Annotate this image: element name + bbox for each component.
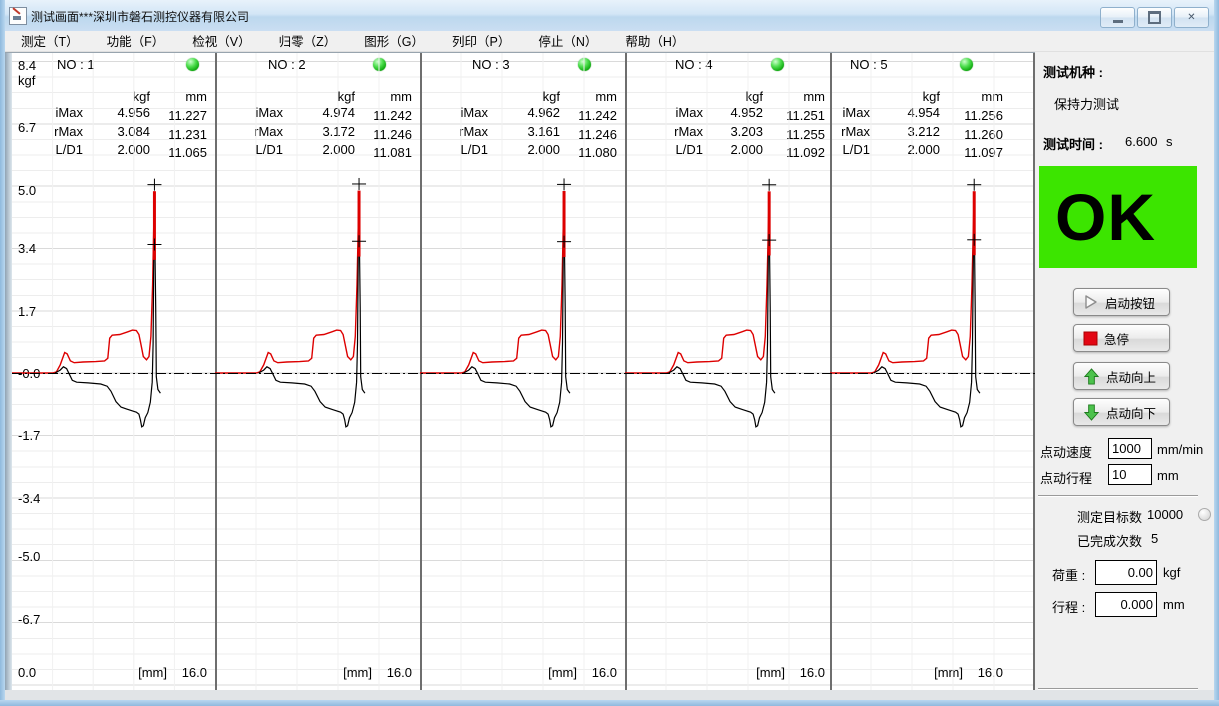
red-force-curve	[215, 190, 360, 374]
menu-bar: 测定（T） 功能（F） 检视（V） 归零（Z） 图形（G） 列印（P） 停止（N） 帮助（H）	[1, 31, 1218, 52]
menu-item-4[interactable]: 归零（Z）	[265, 29, 351, 53]
minimize-icon	[1112, 19, 1123, 23]
machine-type-label: 测试机种 :	[1043, 65, 1103, 80]
rmax-marker	[352, 235, 367, 248]
jog-speed-unit: mm/min	[1157, 442, 1204, 457]
machine-type-value: 保持力测试	[1054, 97, 1120, 112]
app-icon	[9, 7, 27, 25]
chart-area: 8.4 kgf 6.7 5.0 3.4 1.7 -0.0 -1.7 -3.4 -5.0 -6.7 0.…	[5, 52, 1035, 691]
test-time-value: 6.600	[1125, 134, 1158, 149]
imax-marker	[762, 178, 777, 191]
menu-item-1[interactable]: 测定（T）	[7, 29, 93, 53]
menu-item-2[interactable]: 功能（F）	[93, 29, 179, 53]
window-border-left	[0, 0, 5, 706]
black-force-curve	[668, 193, 776, 428]
black-force-curve	[873, 193, 981, 428]
black-force-curve	[54, 193, 161, 428]
jog-up-button[interactable]: 点动向上	[1073, 362, 1170, 390]
black-force-curve	[258, 192, 366, 428]
red-force-curve	[420, 190, 565, 374]
imax-marker	[147, 178, 162, 191]
imax-marker	[967, 178, 982, 191]
control-sidebar: 测试机种 : 保持力测试 测试时间 : 6.600 s OK 启动按钮 急停 点…	[1035, 52, 1214, 690]
rmax-marker	[967, 233, 982, 246]
completed-count-value: 5	[1151, 531, 1159, 546]
black-force-curve	[463, 192, 571, 428]
arrow-up-icon	[1083, 367, 1100, 385]
menu-item-3[interactable]: 检视（V）	[178, 29, 264, 53]
stroke-unit: mm	[1163, 597, 1185, 612]
test-time-label: 测试时间 :	[1043, 137, 1103, 152]
app-window: 测试画面***深圳市磐石测控仪器有限公司 ✕ 测定（T） 功能（F） 检视（V） 归零…	[0, 0, 1219, 706]
stroke-label: 行程 :	[1052, 600, 1086, 615]
menu-item-6[interactable]: 列印（P）	[438, 29, 524, 53]
sidebar-divider-bottom	[1038, 688, 1198, 690]
rmax-marker	[557, 235, 572, 248]
close-button[interactable]: ✕	[1174, 7, 1209, 28]
minimize-button[interactable]	[1100, 7, 1135, 28]
title-bar: 测试画面***深圳市磐石测控仪器有限公司 ✕	[0, 0, 1219, 32]
load-input[interactable]	[1095, 560, 1157, 585]
rmax-marker	[762, 234, 777, 247]
close-icon: ✕	[1187, 12, 1196, 23]
maximize-button[interactable]	[1137, 7, 1172, 28]
menu-item-5[interactable]: 图形（G）	[350, 29, 438, 53]
force-curve-plot	[830, 53, 995, 691]
jog-down-button[interactable]: 点动向下	[1073, 398, 1170, 426]
target-count-label: 测定目标数	[1077, 510, 1143, 525]
imax-marker	[352, 177, 367, 190]
result-text: OK	[1055, 180, 1156, 254]
load-unit: kgf	[1163, 565, 1181, 580]
maximize-icon	[1148, 11, 1161, 24]
target-indicator-icon	[1198, 508, 1211, 521]
arrow-down-icon	[1083, 403, 1100, 421]
load-label: 荷重 :	[1052, 568, 1086, 583]
stop-square-icon	[1083, 331, 1098, 345]
jog-stroke-label: 点动行程	[1040, 471, 1093, 486]
start-button[interactable]: 启动按钮	[1073, 288, 1170, 316]
red-force-curve	[12, 191, 156, 374]
stroke-input[interactable]	[1095, 592, 1157, 617]
emergency-stop-button[interactable]: 急停	[1073, 324, 1170, 352]
menu-item-7[interactable]: 停止（N）	[524, 29, 611, 53]
status-strip	[5, 690, 1214, 700]
force-curve-plot	[12, 53, 175, 691]
force-curve-plot	[420, 53, 585, 691]
imax-marker	[557, 178, 572, 191]
rmax-marker	[147, 238, 162, 251]
chart-left-border	[5, 53, 12, 691]
force-curve-plot	[625, 53, 790, 691]
target-count-value: 10000	[1147, 507, 1184, 522]
result-indicator: OK	[1039, 166, 1197, 268]
jog-speed-input[interactable]	[1108, 438, 1152, 459]
force-curve-plot	[215, 53, 380, 691]
completed-count-label: 已完成次数	[1077, 534, 1143, 549]
menu-item-8[interactable]: 帮助（H）	[611, 29, 698, 53]
window-title: 测试画面***深圳市磐石测控仪器有限公司	[31, 10, 250, 24]
window-border-bottom	[0, 700, 1219, 706]
window-border-right	[1214, 0, 1219, 706]
jog-stroke-input[interactable]	[1108, 464, 1152, 485]
jog-stroke-unit: mm	[1157, 468, 1179, 483]
sidebar-divider-top	[1038, 495, 1198, 497]
test-time-unit: s	[1166, 134, 1173, 149]
jog-speed-label: 点动速度	[1040, 445, 1093, 460]
play-icon	[1085, 295, 1097, 309]
